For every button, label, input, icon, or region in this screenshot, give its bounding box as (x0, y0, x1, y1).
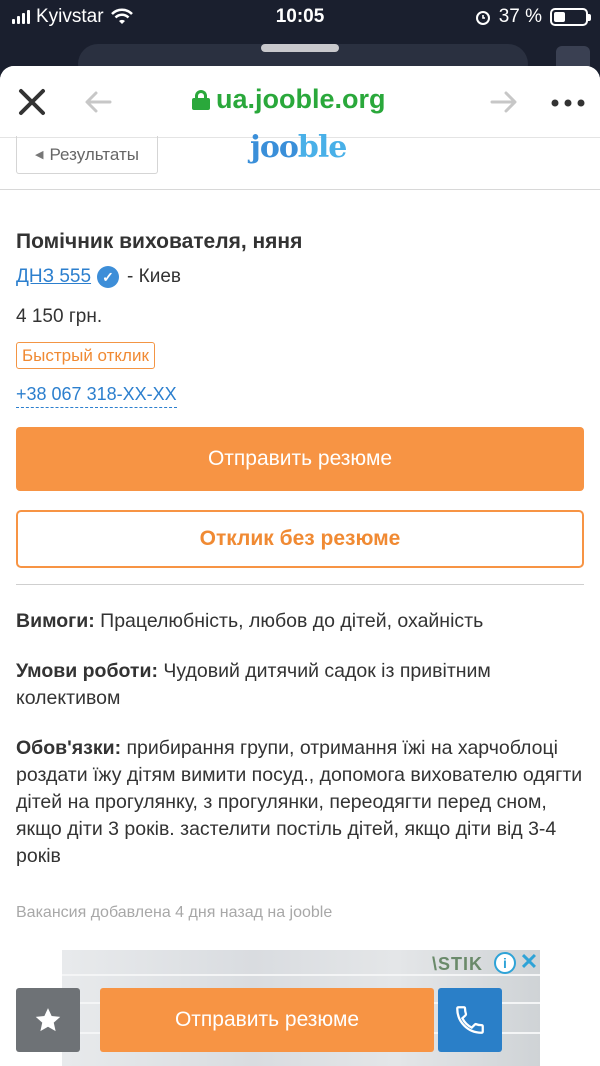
alarm-icon (475, 11, 490, 25)
conditions-label: Умови роботи: (16, 660, 158, 682)
duties-section: Обов'язки: прибирання групи, отримання ї… (16, 735, 584, 870)
caret-left-icon: ◀ (34, 149, 44, 161)
lock-icon (192, 89, 210, 110)
job-location: - Киев (127, 266, 181, 287)
phone-link[interactable]: +38 067 318-XX-XX (16, 384, 177, 408)
battery-info: 37 % (475, 6, 591, 28)
results-label: Результаты (49, 144, 139, 164)
more-icon[interactable] (548, 84, 588, 120)
arrow-left-icon[interactable] (80, 84, 116, 120)
ad-info-icon[interactable]: i (494, 952, 516, 974)
send-resume-button[interactable]: Отправить резюме (16, 427, 584, 491)
conditions-section: Умови роботи: Чудовий дитячий садок із п… (16, 658, 584, 712)
requirements-text: Працелюбність, любов до дітей, охайність (94, 610, 484, 632)
results-back-button[interactable]: ◀ Результаты (16, 136, 158, 174)
posted-date: Вакансия добавлена 4 дня назад на jooble (16, 904, 333, 921)
company-row: ДНЗ 555 ✓ - Киев (16, 266, 181, 288)
requirements-label: Вимоги: (16, 610, 95, 632)
phone-icon[interactable] (438, 988, 502, 1052)
close-icon[interactable] (14, 84, 50, 120)
bottom-action-bar: Отправить резюме (0, 986, 600, 1066)
jooble-logo[interactable]: jooble (250, 130, 347, 165)
battery-percent: 37 % (498, 6, 542, 27)
browser-sheet: ua.jooble.org ◀ Результаты jooble Помічн… (0, 66, 600, 1066)
status-bar: Kyivstar 10:05 37 % (0, 0, 600, 36)
address-bar[interactable]: ua.jooble.org (192, 84, 386, 115)
star-icon[interactable] (16, 988, 80, 1052)
arrow-right-icon[interactable] (486, 84, 522, 120)
bottom-send-resume-button[interactable]: Отправить резюме (100, 988, 434, 1052)
browser-toolbar: ua.jooble.org (0, 66, 600, 138)
requirements-section: Вимоги: Працелюбність, любов до дітей, о… (16, 608, 584, 635)
duties-label: Обов'язки: (16, 737, 122, 759)
company-link[interactable]: ДНЗ 555 (16, 266, 91, 288)
verified-icon: ✓ (97, 266, 120, 288)
divider (16, 584, 584, 585)
salary: 4 150 грн. (16, 306, 103, 327)
ad-text: \STIK (432, 954, 484, 974)
site-header: ◀ Результаты jooble (0, 130, 600, 190)
job-title: Помічник вихователя, няня (16, 230, 303, 253)
ad-close-icon[interactable]: ✕ (518, 950, 540, 974)
quick-apply-badge: Быстрый отклик (16, 342, 155, 369)
battery-icon (550, 8, 591, 26)
url-text: ua.jooble.org (216, 84, 386, 114)
apply-without-resume-button[interactable]: Отклик без резюме (16, 510, 584, 568)
sheet-grabber[interactable] (261, 44, 339, 52)
